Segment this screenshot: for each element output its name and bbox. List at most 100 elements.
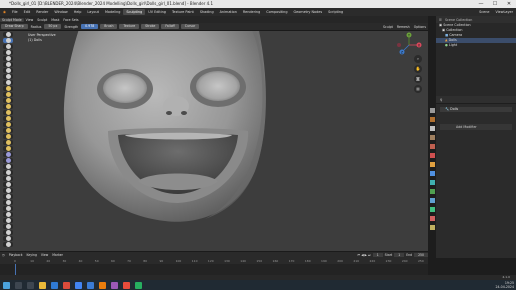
box-trim-tool[interactable] xyxy=(3,218,13,223)
menu-mask[interactable]: Mask xyxy=(49,18,61,22)
task-view-icon[interactable] xyxy=(26,281,34,289)
menu-face-sets[interactable]: Face Sets xyxy=(61,18,80,22)
close-button[interactable]: ✕ xyxy=(502,0,516,8)
current-frame-field[interactable]: 1 xyxy=(372,252,383,257)
outliner-editor-icon[interactable]: ☰ xyxy=(439,18,442,22)
tab-layout[interactable]: Layout xyxy=(84,9,102,15)
marker-menu[interactable]: Marker xyxy=(50,253,65,257)
simplify-brush-tool[interactable] xyxy=(3,182,13,187)
tab-uv-editing[interactable]: UV Editing xyxy=(145,9,169,15)
mode-selector[interactable]: Sculpt Mode xyxy=(0,17,24,22)
system-clock[interactable]: 19:25 24-04-2024 xyxy=(488,281,514,289)
playback-menu[interactable]: Playback xyxy=(7,253,25,257)
start-frame-field[interactable]: 1 xyxy=(394,252,405,257)
slide-relax-brush-tool[interactable] xyxy=(3,164,13,169)
timeline-editor-icon[interactable]: ◷ xyxy=(0,253,7,257)
timeline-track[interactable] xyxy=(0,264,428,275)
perspective-toggle-icon[interactable]: ▦ xyxy=(414,85,422,93)
3d-viewport[interactable] xyxy=(0,31,428,251)
line-project-tool[interactable] xyxy=(3,224,13,229)
viewlayer-selector[interactable]: ViewLayer xyxy=(493,10,516,14)
physics-tab-icon[interactable] xyxy=(429,189,435,194)
world-tab-icon[interactable] xyxy=(429,153,435,158)
scene-selector[interactable]: Scene xyxy=(476,10,492,14)
texture-tab-icon[interactable] xyxy=(429,225,435,230)
mail-icon[interactable] xyxy=(86,281,94,289)
color-filter-tool[interactable] xyxy=(3,242,13,247)
cursor-button[interactable]: Cursor xyxy=(180,24,200,29)
zoom-icon[interactable]: ⌕ xyxy=(414,55,422,63)
draw-face-sets-brush-tool[interactable] xyxy=(3,194,13,199)
tab-compositing[interactable]: Compositing xyxy=(263,9,290,15)
start-menu-icon[interactable] xyxy=(2,281,10,289)
tab-rendering[interactable]: Rendering xyxy=(240,9,263,15)
chrome-browser-icon[interactable] xyxy=(74,281,82,289)
menu-render[interactable]: Render xyxy=(33,10,51,14)
boundary-brush-tool[interactable] xyxy=(3,170,13,175)
grab-brush-tool[interactable] xyxy=(3,122,13,127)
layer-brush-tool[interactable] xyxy=(3,62,13,67)
scrape-brush-tool[interactable] xyxy=(3,104,13,109)
data-tab-icon[interactable] xyxy=(429,207,435,212)
draw-brush-tool[interactable] xyxy=(3,32,13,37)
sculpt-options-menu[interactable]: Sculpt xyxy=(381,25,395,29)
clay-strips-brush-tool[interactable] xyxy=(3,50,13,55)
tab-modeling[interactable]: Modeling xyxy=(102,9,123,15)
falloff-button[interactable]: Falloff xyxy=(161,24,179,29)
remesh-menu[interactable]: Remesh xyxy=(395,25,412,29)
clay-thumb-brush-tool[interactable] xyxy=(3,56,13,61)
minimize-button[interactable]: — xyxy=(474,0,488,8)
store-icon[interactable] xyxy=(134,281,142,289)
edge-browser-icon[interactable] xyxy=(50,281,58,289)
view-layer-tab-icon[interactable] xyxy=(429,135,435,140)
mask-brush-tool[interactable] xyxy=(3,188,13,193)
file-explorer-icon[interactable] xyxy=(38,281,46,289)
outliner-search[interactable]: Scene Collection xyxy=(445,18,472,22)
pinch-brush-tool[interactable] xyxy=(3,116,13,121)
menu-window[interactable]: Window xyxy=(51,10,70,14)
strength-field[interactable]: 0.978 xyxy=(81,24,99,29)
rotate-brush-tool[interactable] xyxy=(3,158,13,163)
timeline-view-menu[interactable]: View xyxy=(39,253,50,257)
recording-app-icon[interactable] xyxy=(122,281,130,289)
tab-scripting[interactable]: Scripting xyxy=(325,9,346,15)
multiplane-scrape-brush-tool[interactable] xyxy=(3,110,13,115)
lasso-mask-tool[interactable] xyxy=(3,206,13,211)
menu-edit[interactable]: Edit xyxy=(21,10,34,14)
search-icon[interactable] xyxy=(14,281,22,289)
material-tab-icon[interactable] xyxy=(429,216,435,221)
brush-selector[interactable]: Draw Sharp xyxy=(1,24,28,29)
playhead[interactable] xyxy=(15,264,16,275)
line-mask-tool[interactable] xyxy=(3,212,13,217)
app-icon[interactable] xyxy=(62,281,70,289)
snake-hook-brush-tool[interactable] xyxy=(3,134,13,139)
box-mask-tool[interactable] xyxy=(3,200,13,205)
maximize-button[interactable]: ☐ xyxy=(488,0,502,8)
output-tab-icon[interactable] xyxy=(429,126,435,131)
blender-logo-icon[interactable]: ◉ xyxy=(0,10,9,14)
tab-texture-paint[interactable]: Texture Paint xyxy=(169,9,197,15)
end-frame-field[interactable]: 250 xyxy=(414,252,428,257)
menu-sculpt[interactable]: Sculpt xyxy=(35,18,49,22)
mesh-filter-tool[interactable] xyxy=(3,230,13,235)
play-controls[interactable]: ⏮ ◀ ▶ ⏭ xyxy=(355,253,372,257)
blob-brush-tool[interactable] xyxy=(3,74,13,79)
tab-geometry-nodes[interactable]: Geometry Nodes xyxy=(291,9,326,15)
draw-sharp-brush-tool[interactable] xyxy=(3,38,13,43)
add-modifier-button[interactable]: Add Modifier xyxy=(440,124,512,130)
radius-field[interactable]: 50 px xyxy=(44,24,62,29)
tool-tab-icon[interactable] xyxy=(429,108,435,113)
fill-brush-tool[interactable] xyxy=(3,98,13,103)
modifier-tab-icon[interactable] xyxy=(429,171,435,176)
menu-view[interactable]: View xyxy=(24,18,36,22)
particles-tab-icon[interactable] xyxy=(429,180,435,185)
outliner-row-light[interactable]: ● Light xyxy=(436,43,516,48)
inflate-brush-tool[interactable] xyxy=(3,68,13,73)
tab-sculpting[interactable]: Sculpting xyxy=(123,9,146,15)
tab-shading[interactable]: Shading xyxy=(197,9,217,15)
brush-button[interactable]: Brush xyxy=(100,24,118,29)
menu-help[interactable]: Help xyxy=(71,10,85,14)
cloth-brush-tool[interactable] xyxy=(3,176,13,181)
tab-animation[interactable]: Animation xyxy=(217,9,240,15)
blender-taskbar-icon[interactable] xyxy=(98,281,106,289)
